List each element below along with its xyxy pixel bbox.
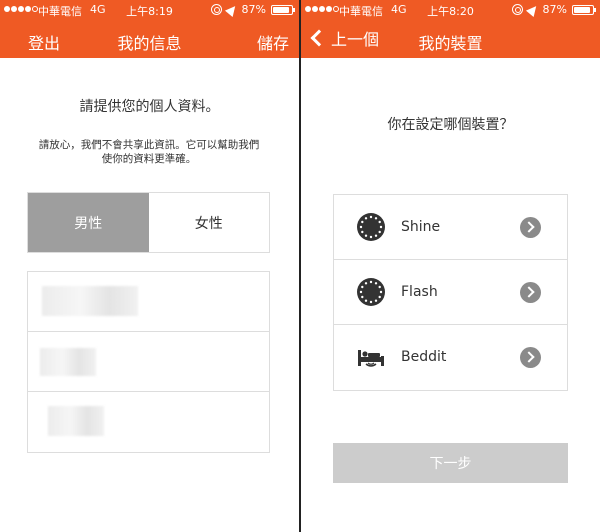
location-icon [525, 2, 540, 17]
gender-option-male[interactable]: 男性 [28, 193, 149, 252]
page-title: 我的信息 [117, 34, 182, 53]
blurred-value [40, 348, 96, 376]
navigation-bar: 登出 我的信息 儲存 [0, 22, 299, 58]
battery-icon [572, 4, 596, 15]
save-button[interactable]: 儲存 [257, 30, 289, 54]
blurred-value [48, 406, 104, 436]
profile-field-3[interactable] [28, 392, 269, 452]
profile-field-2[interactable] [28, 332, 269, 392]
battery-fill [273, 6, 289, 13]
battery-percent: 87% [241, 3, 266, 16]
header-bar: 中華電信 4G 上午8:20 87% 上一個 我的裝置 [301, 0, 600, 58]
battery-icon [271, 4, 295, 15]
device-row-beddit[interactable]: Beddit [334, 325, 567, 390]
page-title: 我的裝置 [418, 34, 483, 53]
chevron-right-icon[interactable] [520, 282, 541, 303]
battery-fill [574, 6, 590, 13]
device-list: Shine Flash Beddit [333, 194, 568, 391]
device-row-shine[interactable]: Shine [334, 195, 567, 260]
profile-fields [27, 271, 270, 453]
rotation-lock-icon [210, 4, 222, 15]
status-bar: 中華電信 4G 上午8:19 87% [0, 0, 299, 20]
status-bar: 中華電信 4G 上午8:20 87% [301, 0, 600, 20]
profile-prompt: 請提供您的個人資料。 [79, 99, 220, 115]
profile-field-1[interactable] [28, 272, 269, 332]
device-label: Shine [401, 219, 441, 235]
next-button[interactable]: 下一步 [333, 443, 568, 483]
devices-screen: 中華電信 4G 上午8:20 87% 上一個 我的裝置 你在設定哪個裝置？ Sh… [301, 0, 600, 532]
device-row-flash[interactable]: Flash [334, 260, 567, 325]
rotation-lock-icon [511, 4, 523, 15]
location-icon [224, 2, 239, 17]
header-bar: 中華電信 4G 上午8:19 87% 登出 我的信息 儲存 [0, 0, 299, 58]
devices-content: 你在設定哪個裝置？ Shine Flash Beddit 下一步 [301, 58, 600, 532]
profile-screen: 中華電信 4G 上午8:19 87% 登出 我的信息 儲存 請提供您的個人資料。… [0, 0, 299, 532]
device-question: 你在設定哪個裝置？ [387, 117, 514, 133]
navigation-bar: 上一個 我的裝置 [301, 22, 600, 58]
flash-icon [357, 278, 385, 306]
device-label: Flash [401, 284, 438, 300]
chevron-right-icon[interactable] [520, 217, 541, 238]
beddit-icon [358, 350, 384, 367]
profile-content: 請提供您的個人資料。 請放心，我們不會共享此資訊。它可以幫助我們使你的資料更準確… [0, 58, 299, 532]
gender-selector: 男性 女性 [27, 192, 270, 253]
device-label: Beddit [401, 349, 447, 365]
chevron-right-icon[interactable] [520, 347, 541, 368]
privacy-note: 請放心，我們不會共享此資訊。它可以幫助我們使你的資料更準確。 [38, 139, 260, 165]
battery-percent: 87% [542, 3, 567, 16]
blurred-value [42, 286, 138, 316]
gender-option-female[interactable]: 女性 [148, 193, 269, 252]
shine-icon [357, 213, 385, 241]
